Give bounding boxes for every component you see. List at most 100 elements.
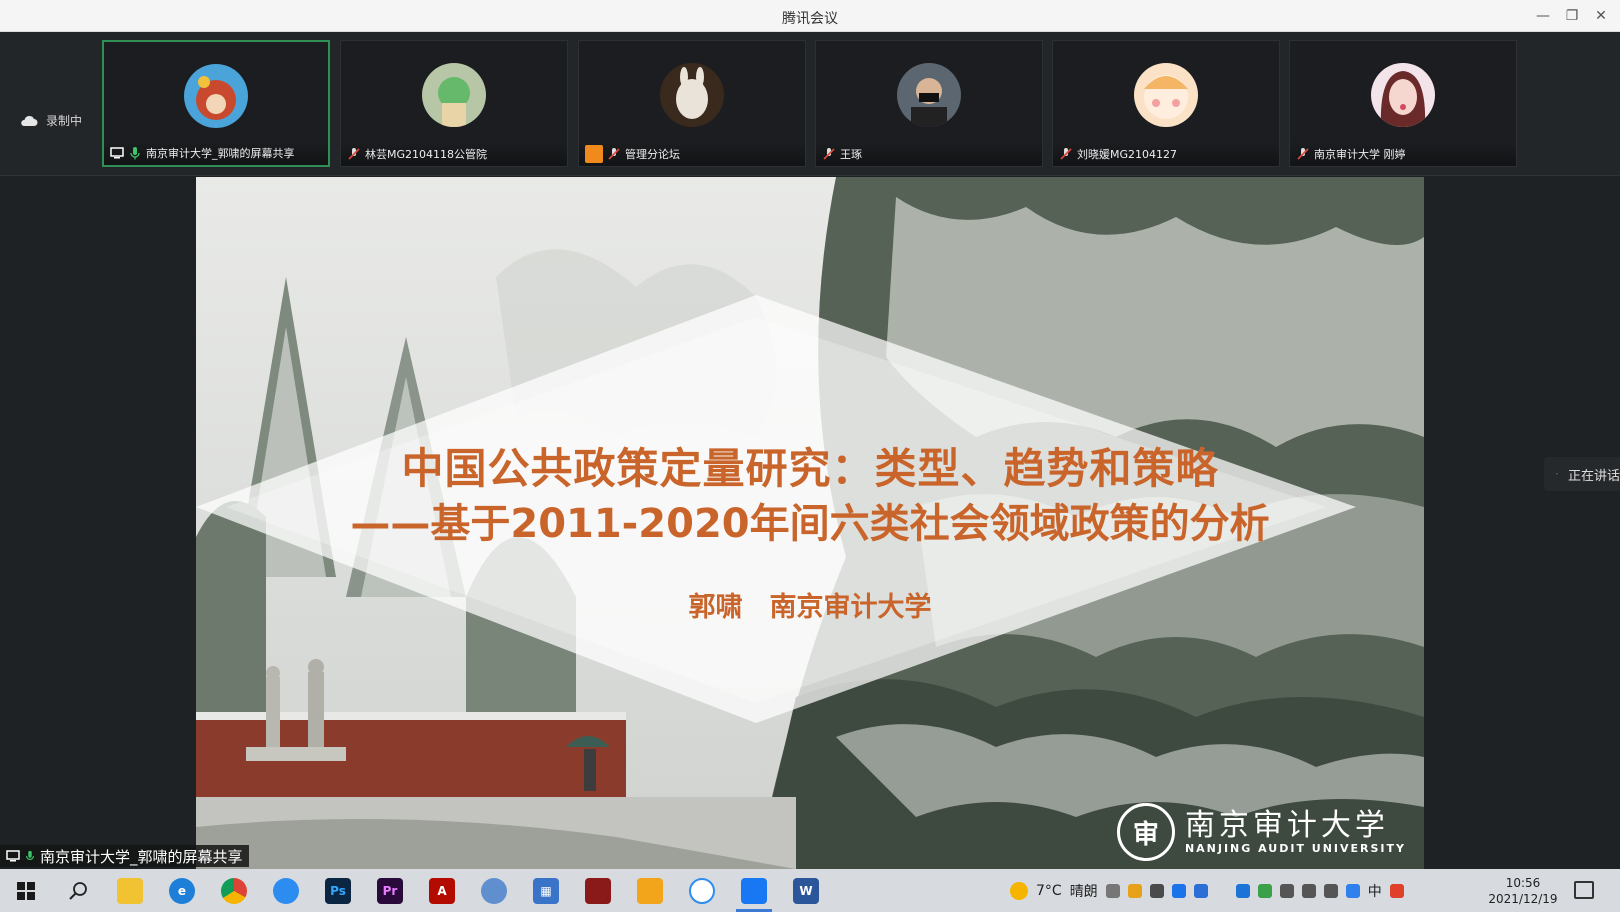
nvidia-icon[interactable]	[1257, 883, 1272, 898]
weather-temperature[interactable]: 7°C	[1036, 883, 1062, 899]
meeting-tray-icon[interactable]	[1193, 883, 1208, 898]
taskbar-app-tencent-meeting[interactable]	[728, 869, 780, 912]
taskbar-app-chrome[interactable]	[208, 869, 260, 912]
photoshop-icon: Ps	[325, 877, 351, 904]
sogou-icon[interactable]	[1389, 883, 1404, 898]
windows-logo-icon	[17, 881, 35, 900]
cloud-icon	[21, 115, 38, 126]
premiere-icon: Pr	[377, 877, 403, 904]
participant-name: 南京审计大学 刚婷	[1314, 148, 1406, 161]
sunny-weather-icon	[1010, 881, 1028, 900]
input-method-tray-icon[interactable]	[1345, 883, 1360, 898]
participant-nameplate: 管理分论坛	[579, 142, 805, 166]
shield-icon	[637, 877, 663, 904]
app-grid-icon: ▦	[533, 877, 559, 904]
mic-muted-icon	[1060, 148, 1072, 160]
slide-author: 郭啸 南京审计大学	[688, 592, 932, 623]
clock-date: 2021/12/19	[1488, 892, 1558, 906]
chrome-icon	[221, 877, 247, 904]
participant-name: 王琢	[840, 148, 862, 161]
mic-on-icon	[26, 850, 34, 860]
network-tray-icon[interactable]	[1149, 883, 1164, 898]
participant-nameplate: 南京审计大学 刚婷	[1290, 142, 1516, 166]
minimize-button[interactable]: —	[1532, 6, 1554, 26]
university-seal-icon: 审	[1116, 803, 1175, 861]
taskbar-app-photoshop[interactable]: Ps	[312, 869, 364, 912]
host-icon	[585, 145, 603, 163]
taskbar-app-premiere[interactable]: Pr	[364, 869, 416, 912]
avatar	[897, 63, 961, 127]
avatar	[1371, 63, 1435, 127]
mic-muted-icon	[608, 148, 620, 160]
close-button[interactable]: ✕	[1590, 6, 1612, 26]
mic-tray-icon[interactable]	[1105, 883, 1120, 898]
speaking-indicator[interactable]: 正在讲话	[1544, 457, 1620, 491]
taskbar-app-red[interactable]	[572, 869, 624, 912]
participant-tile[interactable]: 南京审计大学_郭啸的屏幕共享	[102, 40, 330, 167]
security-tray-icon[interactable]	[1127, 883, 1142, 898]
notification-icon[interactable]	[1574, 881, 1594, 899]
taskbar-app-baidu-netdisk[interactable]	[676, 869, 728, 912]
internet-explorer-icon: e	[169, 877, 195, 904]
mic-muted-icon	[823, 148, 835, 160]
presentation-slide: 中国公共政策定量研究：类型、趋势和策略 ——基于2011-2020年间六类社会领…	[196, 177, 1424, 869]
participant-tile[interactable]: 王琢	[815, 40, 1043, 167]
avatar	[422, 63, 486, 127]
participant-tile[interactable]: 刘晓媛MG2104127	[1052, 40, 1280, 167]
clock-time: 10:56	[1505, 876, 1541, 890]
start-button[interactable]	[0, 869, 52, 912]
taskbar-app-file-explorer[interactable]	[104, 869, 156, 912]
participant-tile[interactable]: 林芸MG2104118公管院	[340, 40, 568, 167]
participant-tile[interactable]: 南京审计大学 刚婷	[1289, 40, 1517, 167]
tray-app-icon[interactable]	[1235, 883, 1250, 898]
participant-name: 南京审计大学_郭啸的屏幕共享	[146, 147, 295, 160]
weather-condition[interactable]: 晴朗	[1070, 881, 1098, 901]
cloud-disk-icon	[689, 877, 715, 904]
taskbar-app-qq-browser[interactable]	[260, 869, 312, 912]
globe-icon	[481, 877, 507, 904]
screen-share-icon	[110, 147, 124, 159]
window-title: 腾讯会议	[782, 11, 838, 27]
participant-name: 管理分论坛	[625, 148, 680, 161]
participant-nameplate: 林芸MG2104118公管院	[341, 142, 567, 166]
volume-icon[interactable]	[1301, 883, 1316, 898]
qq-browser-icon	[273, 877, 299, 904]
mic-muted-icon	[1556, 473, 1558, 475]
recording-label: 录制中	[46, 114, 83, 128]
restore-button[interactable]: ❐	[1561, 6, 1583, 26]
battery-icon[interactable]	[1323, 883, 1338, 898]
taskbar-app-shield[interactable]	[624, 869, 676, 912]
participant-nameplate: 南京审计大学_郭啸的屏幕共享	[104, 141, 328, 165]
participant-nameplate: 王琢	[816, 142, 1042, 166]
slide-title: 中国公共政策定量研究：类型、趋势和策略	[401, 444, 1219, 493]
mic-muted-icon	[1297, 148, 1309, 160]
taskbar-app-word[interactable]: W	[780, 869, 832, 912]
mic-muted-icon	[348, 148, 360, 160]
participant-name: 林芸MG2104118公管院	[365, 148, 488, 161]
university-logo: 审 南京审计大学 NANJING AUDIT UNIVERSITY	[1116, 803, 1406, 861]
ime-indicator[interactable]: 中	[1368, 881, 1382, 901]
recording-indicator[interactable]: 录制中	[20, 112, 82, 129]
taskbar-search[interactable]	[52, 869, 104, 912]
participant-tile[interactable]: 管理分论坛	[578, 40, 806, 167]
speaking-label: 正在讲话	[1567, 468, 1620, 484]
windows-taskbar: e Ps Pr A ▦ W 7°C 晴朗 中 10:56 2021/12/19	[0, 869, 1620, 912]
taskbar-app-grid[interactable]: ▦	[520, 869, 572, 912]
participant-name: 刘晓媛MG2104127	[1077, 148, 1178, 161]
taskbar-app-ie[interactable]: e	[156, 869, 208, 912]
shared-screen-area: 中国公共政策定量研究：类型、趋势和策略 ——基于2011-2020年间六类社会领…	[0, 177, 1620, 869]
taskbar-clock[interactable]: 10:56 2021/12/19	[1480, 875, 1566, 907]
red-app-icon	[585, 877, 611, 904]
bluetooth-icon[interactable]	[1171, 883, 1186, 898]
taskbar-app-globe[interactable]	[468, 869, 520, 912]
folder-icon	[117, 877, 143, 904]
slide-subtitle: ——基于2011-2020年间六类社会领域政策的分析	[350, 501, 1270, 547]
avatar	[1134, 63, 1198, 127]
screen-share-icon	[6, 850, 20, 862]
participant-nameplate: 刘晓媛MG2104127	[1053, 142, 1279, 166]
university-name-cn: 南京审计大学	[1184, 807, 1389, 843]
taskbar-app-acrobat[interactable]: A	[416, 869, 468, 912]
wifi-icon[interactable]	[1279, 883, 1294, 898]
title-bar: 腾讯会议 — ❐ ✕	[0, 0, 1620, 32]
avatar	[184, 64, 248, 128]
